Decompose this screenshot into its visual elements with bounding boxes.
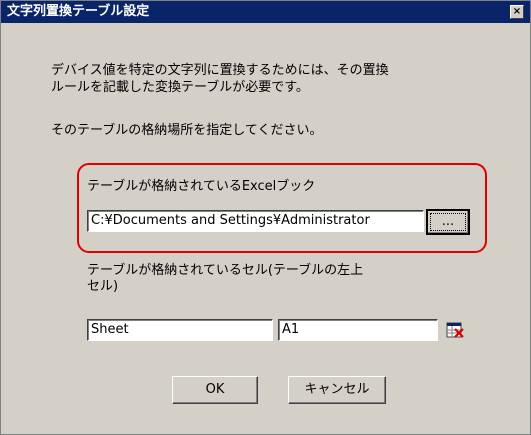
cell-label-line-2: セル) bbox=[87, 279, 119, 294]
cell-label-line-1: テーブルが格納されているセル(テーブルの左上 bbox=[87, 263, 364, 278]
ok-button[interactable]: OK bbox=[172, 376, 258, 404]
cancel-button[interactable]: キャンセル bbox=[288, 376, 386, 404]
sheet-picker-icon[interactable] bbox=[446, 321, 464, 339]
close-button[interactable]: × bbox=[510, 5, 524, 19]
workbook-path-input[interactable]: C:¥Documents and Settings¥Administrator bbox=[87, 210, 424, 232]
description-line-2: ルールを記載した変換テーブルが必要です。 bbox=[51, 80, 309, 95]
sheet-name-input[interactable]: Sheet bbox=[87, 319, 273, 341]
description-line-3: そのテーブルの格納場所を指定してください。 bbox=[51, 123, 323, 138]
cell-address-input[interactable]: A1 bbox=[278, 319, 438, 341]
browse-button[interactable]: ... bbox=[426, 209, 470, 235]
title-bar[interactable]: 文字列置換テーブル設定 × bbox=[1, 1, 530, 23]
window-title: 文字列置換テーブル設定 bbox=[7, 4, 150, 19]
close-icon: × bbox=[512, 6, 522, 17]
browse-button-label: ... bbox=[430, 213, 466, 231]
dialog-window: 文字列置換テーブル設定 × デバイス値を特定の文字列に置換するためには、その置換… bbox=[0, 0, 531, 435]
workbook-label: テーブルが格納されているExcelブック bbox=[87, 179, 316, 194]
